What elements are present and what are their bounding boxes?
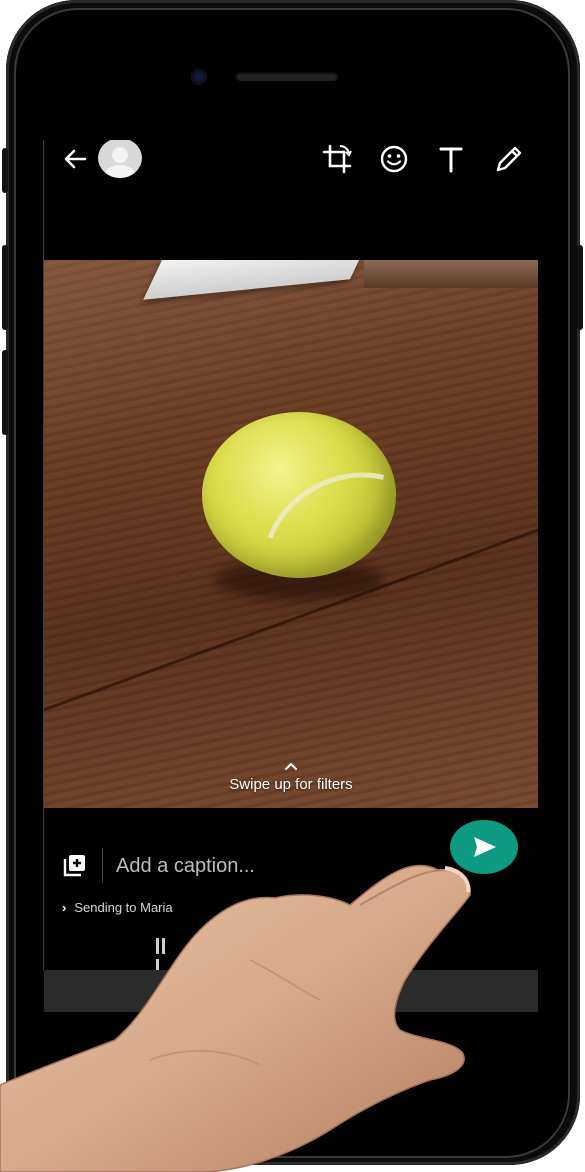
photo-preview[interactable]: Swipe up for filters (44, 260, 538, 808)
text-icon (439, 147, 463, 173)
power-button (577, 245, 583, 330)
caption-bar (44, 820, 538, 892)
earpiece-speaker (236, 72, 338, 81)
app-screen: Swipe up for filters › Sending to Maria (44, 140, 538, 1012)
avatar-head (112, 147, 128, 163)
volume-down-button (2, 350, 8, 435)
caption-divider (102, 848, 103, 882)
avatar-shoulders (104, 165, 136, 178)
chevron-right-icon: › (62, 900, 67, 915)
draw-button[interactable] (492, 142, 526, 176)
volume-up-button (2, 245, 8, 330)
bottom-gray-bar (44, 970, 538, 1012)
front-camera (191, 69, 207, 85)
emoji-icon (380, 145, 408, 173)
back-button[interactable] (60, 144, 90, 174)
text-tool-button[interactable] (434, 142, 468, 176)
send-icon (474, 837, 496, 857)
recipient-text: Sending to Maria (74, 900, 173, 915)
top-toolbar (44, 140, 538, 182)
recipient-row[interactable]: › Sending to Maria (62, 900, 173, 915)
pencil-icon (496, 146, 522, 172)
background-object (364, 260, 538, 288)
crop-rotate-icon (322, 144, 352, 174)
filter-hint-text: Swipe up for filters (229, 776, 353, 793)
arrow-left-icon (64, 149, 87, 169)
recent-apps-button[interactable] (156, 938, 172, 975)
crop-rotate-button[interactable] (320, 142, 354, 176)
mute-switch (2, 148, 8, 193)
chevron-up-icon (285, 762, 297, 770)
system-nav-bar (44, 920, 538, 975)
contact-avatar[interactable] (98, 140, 142, 178)
add-media-icon (63, 855, 85, 877)
send-button[interactable] (450, 820, 518, 874)
filter-hint[interactable]: Swipe up for filters (44, 760, 538, 793)
emoji-button[interactable] (377, 142, 411, 176)
add-media-button[interactable] (62, 852, 88, 878)
caption-input[interactable] (116, 850, 416, 882)
